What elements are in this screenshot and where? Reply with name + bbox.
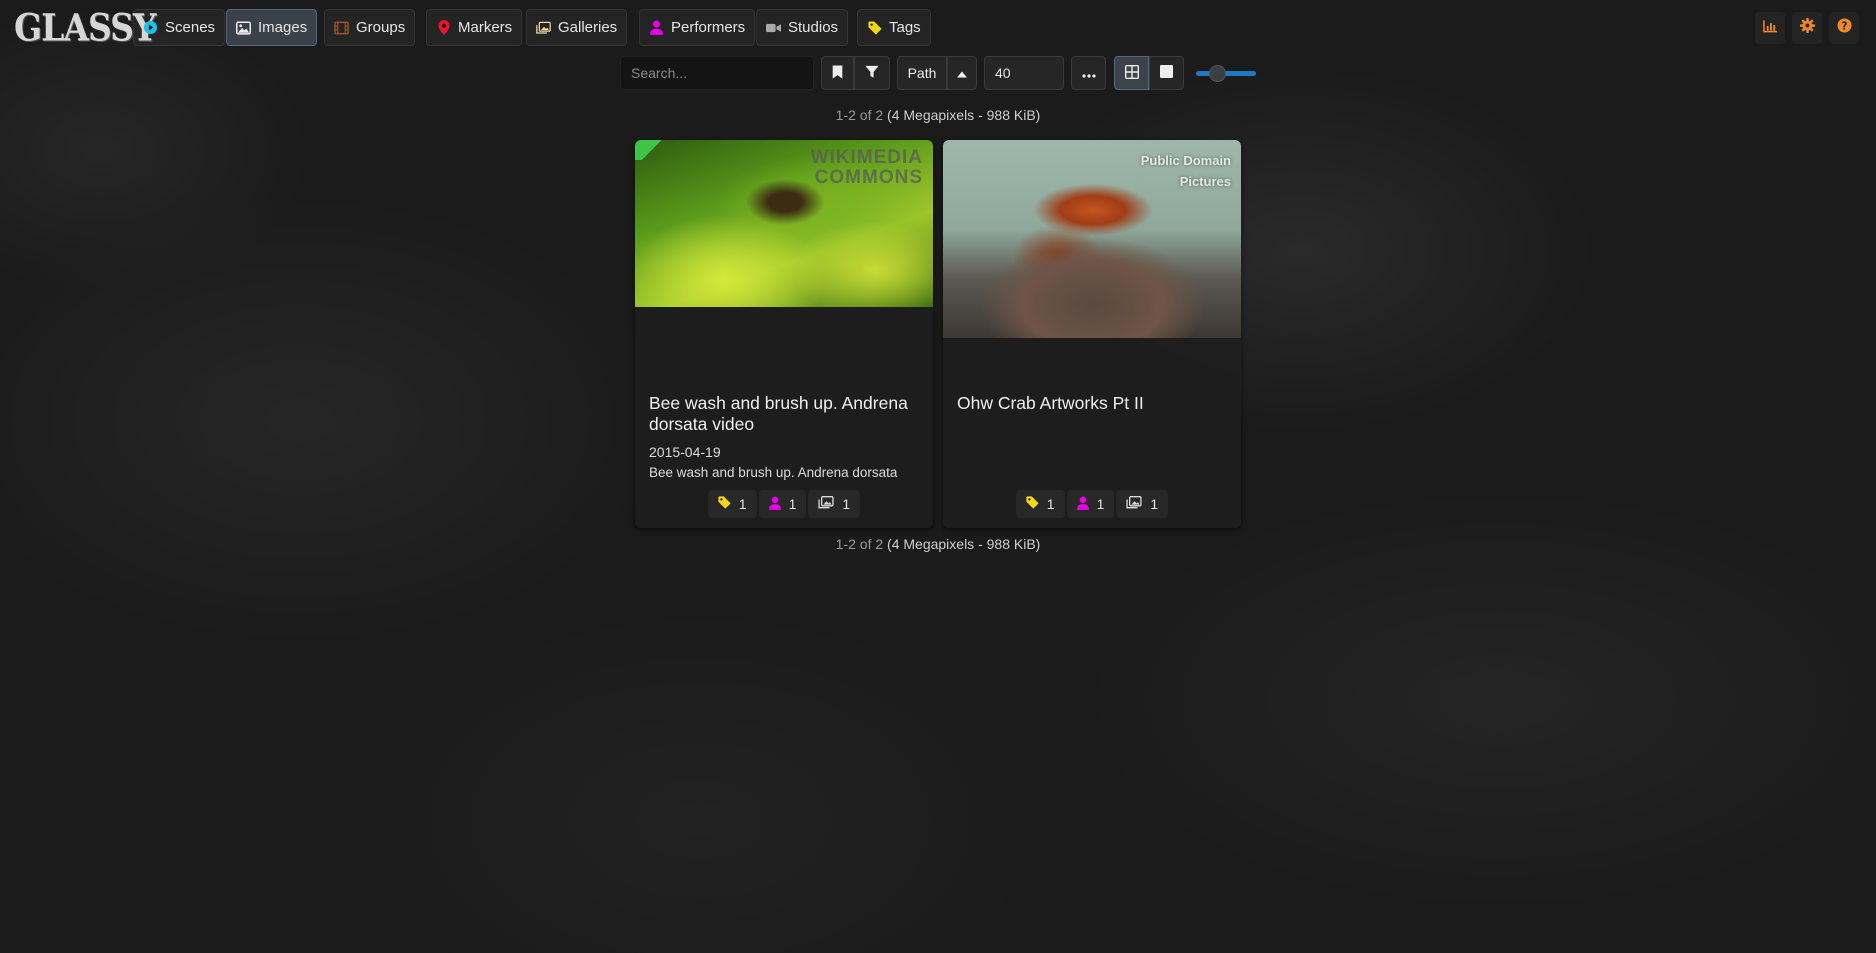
image-thumbnail[interactable]: Public Domain Pictures	[943, 140, 1241, 338]
tag-count-button[interactable]: 1	[707, 490, 757, 518]
saved-filters-button[interactable]	[821, 56, 854, 90]
image-watermark: WIKIMEDIA COMMONS	[810, 147, 923, 188]
tag-icon	[867, 20, 882, 35]
nav-label: Performers	[671, 19, 746, 36]
caret-up-icon	[957, 65, 967, 81]
grid-view-button[interactable]	[1114, 56, 1149, 90]
pagination-summary-top: 1-2 of 2 (4 Megapixels - 988 KiB)	[0, 107, 1876, 123]
performer-count: 1	[1096, 496, 1105, 512]
nav-images[interactable]: Images	[226, 9, 318, 46]
result-range: 1-2 of 2	[835, 536, 884, 552]
images-icon	[1126, 496, 1142, 512]
image-card[interactable]: Public Domain Pictures Ohw Crab Artworks…	[943, 140, 1241, 528]
performer-count-button[interactable]: 1	[758, 490, 807, 518]
chart-icon	[1762, 19, 1778, 38]
nav-scenes[interactable]: Scenes	[133, 9, 226, 46]
filter-icon	[865, 65, 879, 82]
card-title[interactable]: Ohw Crab Artworks Pt II	[957, 393, 1232, 414]
user-icon	[649, 20, 664, 35]
gallery-count-button[interactable]: 1	[1116, 490, 1169, 518]
filter-button[interactable]	[854, 56, 890, 90]
image-card[interactable]: WIKIMEDIA COMMONS Bee wash and brush up.…	[635, 140, 933, 528]
result-range: 1-2 of 2	[835, 107, 884, 123]
tag-icon	[718, 496, 731, 512]
card-title[interactable]: Bee wash and brush up. Andrena dorsata v…	[649, 393, 924, 435]
nav-label: Galleries	[558, 19, 618, 36]
film-icon	[334, 20, 349, 35]
image-thumbnail[interactable]: WIKIMEDIA COMMONS	[635, 140, 933, 307]
gallery-count: 1	[842, 496, 851, 512]
result-meta: (4 Megapixels - 988 KiB)	[887, 107, 1041, 123]
more-options-button[interactable]	[1071, 56, 1106, 90]
gear-icon	[1799, 18, 1815, 38]
main-navbar: GLASSY Scenes Images Groups Markers Gall…	[0, 0, 1876, 56]
ellipsis-icon	[1081, 65, 1096, 81]
wall-view-button[interactable]	[1149, 56, 1184, 90]
image-watermark: Public Domain Pictures	[1140, 153, 1231, 189]
performer-count: 1	[788, 496, 797, 512]
tag-icon	[1026, 496, 1039, 512]
pagination-summary-bottom: 1-2 of 2 (4 Megapixels - 988 KiB)	[0, 536, 1876, 552]
nav-label: Studios	[788, 19, 839, 36]
card-description: Bee wash and brush up. Andrena dorsata	[649, 465, 898, 480]
map-marker-icon	[436, 20, 451, 35]
corner-badge	[635, 140, 669, 160]
tag-count-button[interactable]: 1	[1015, 490, 1065, 518]
sort-direction-button[interactable]	[947, 56, 977, 90]
nav-groups[interactable]: Groups	[324, 9, 416, 46]
user-icon	[768, 496, 781, 513]
search-input[interactable]	[620, 56, 814, 90]
user-icon	[1076, 496, 1089, 513]
result-meta: (4 Megapixels - 988 KiB)	[887, 536, 1041, 552]
tag-count: 1	[738, 496, 747, 512]
stats-button[interactable]	[1755, 12, 1785, 44]
nav-label: Markers	[458, 19, 513, 36]
nav-label: Images	[258, 19, 308, 36]
nav-galleries[interactable]: Galleries	[526, 9, 628, 46]
sort-by-button[interactable]: Path	[897, 56, 947, 90]
svg-text:?: ?	[1841, 20, 1847, 32]
grid-icon	[1124, 64, 1139, 82]
help-button[interactable]: ?	[1829, 12, 1859, 44]
square-icon	[1160, 65, 1173, 81]
per-page-select[interactable]: 40	[984, 56, 1064, 90]
bookmark-icon	[832, 64, 843, 82]
nav-markers[interactable]: Markers	[426, 9, 523, 46]
card-popovers: 1 1 1	[635, 490, 933, 520]
tag-count: 1	[1046, 496, 1055, 512]
nav-studios[interactable]: Studios	[756, 9, 849, 46]
image-icon	[236, 20, 251, 35]
nav-tags[interactable]: Tags	[857, 9, 931, 46]
gallery-count-button[interactable]: 1	[808, 490, 861, 518]
settings-button[interactable]	[1792, 12, 1822, 44]
nav-label: Scenes	[165, 19, 216, 36]
per-page-value: 40	[995, 65, 1011, 81]
card-date: 2015-04-19	[649, 444, 721, 460]
zoom-slider[interactable]	[1196, 71, 1256, 76]
nav-performers[interactable]: Performers	[639, 9, 756, 46]
card-popovers: 1 1 1	[943, 490, 1241, 520]
play-circle-icon	[143, 20, 158, 35]
images-icon	[818, 496, 834, 512]
nav-label: Groups	[356, 19, 406, 36]
zoom-slider-thumb[interactable]	[1208, 65, 1226, 82]
images-icon	[536, 20, 551, 35]
performer-count-button[interactable]: 1	[1066, 490, 1115, 518]
help-icon: ?	[1836, 18, 1852, 38]
nav-label: Tags	[889, 19, 921, 36]
gallery-count: 1	[1150, 496, 1159, 512]
sort-by-label: Path	[907, 65, 937, 81]
video-camera-icon	[766, 20, 781, 35]
